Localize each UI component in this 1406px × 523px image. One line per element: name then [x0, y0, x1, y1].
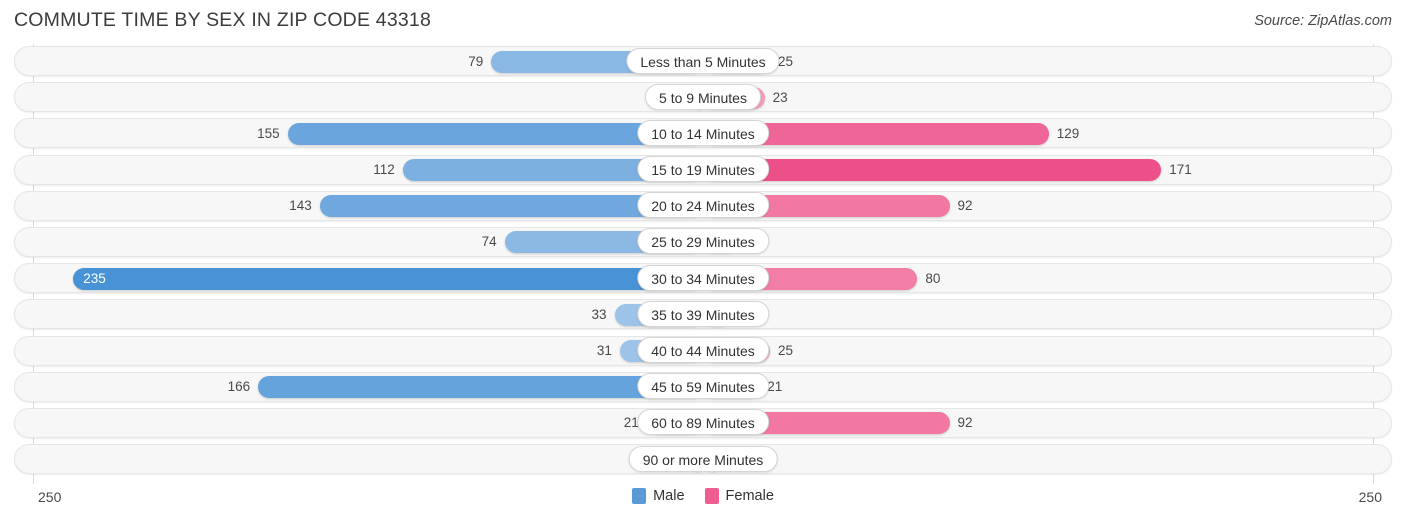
value-label-female: 129 [1056, 125, 1080, 141]
table-row[interactable]: 155 129 10 to 14 Minutes [0, 116, 1406, 152]
value-label-female: 92 [957, 198, 973, 214]
table-row[interactable]: 21 92 60 to 89 Minutes [0, 406, 1406, 442]
page-title: COMMUTE TIME BY SEX IN ZIP CODE 43318 [14, 9, 432, 31]
bar-rows-container: 7925Less than 5 Minutes3235 to 9 Minutes… [0, 44, 1406, 478]
value-label-male: 74 [481, 234, 497, 250]
category-label: Less than 5 Minutes [626, 47, 780, 74]
chart-header: COMMUTE TIME BY SEX IN ZIP CODE 43318 So… [0, 0, 1406, 44]
category-label: 15 to 19 Minutes [637, 156, 769, 183]
table-row[interactable]: 143 92 20 to 24 Minutes [0, 189, 1406, 225]
table-row[interactable]: 166 21 45 to 59 Minutes [0, 370, 1406, 406]
legend-swatch-male [632, 488, 647, 504]
table-row[interactable]: 31 25 40 to 44 Minutes [0, 334, 1406, 370]
value-label-female: 80 [925, 270, 941, 286]
legend-label-female: Female [725, 488, 774, 504]
category-label: 40 to 44 Minutes [637, 337, 769, 363]
table-row[interactable]: 741325 to 29 Minutes [0, 225, 1406, 261]
table-row[interactable]: 112 171 15 to 19 Minutes [0, 153, 1406, 189]
value-label-male: 33 [591, 306, 607, 322]
table-row[interactable]: 235 80 30 to 34 Minutes [0, 261, 1406, 297]
legend-label-male: Male [653, 488, 685, 504]
bar-male[interactable] [73, 267, 703, 290]
table-row[interactable]: 331135 to 39 Minutes [0, 297, 1406, 333]
value-label-male: 155 [257, 125, 280, 141]
value-label-female: 23 [772, 89, 788, 105]
value-label-female: 171 [1169, 162, 1192, 178]
value-label-male: 166 [227, 379, 251, 395]
table-row[interactable]: 79 25 Less than 5 Minutes [0, 44, 1406, 80]
value-label-male: 31 [596, 343, 612, 358]
table-row[interactable]: 3235 to 9 Minutes [0, 80, 1406, 116]
value-label-female: 25 [778, 343, 794, 358]
category-label: 90 or more Minutes [628, 445, 778, 472]
value-label-male: 143 [289, 198, 312, 214]
category-label: 60 to 89 Minutes [637, 409, 769, 436]
value-label-male: 21 [623, 415, 639, 431]
value-label-male: 79 [468, 53, 484, 69]
source-attribution: Source: ZipAtlas.com [1254, 13, 1392, 29]
category-label: 5 to 9 Minutes [645, 83, 761, 110]
legend-swatch-female [704, 488, 719, 504]
category-label: 45 to 59 Minutes [637, 373, 769, 400]
category-label: 20 to 24 Minutes [637, 192, 769, 219]
chart-plot-area: 7925Less than 5 Minutes3235 to 9 Minutes… [0, 44, 1406, 484]
bar-male[interactable] [258, 376, 703, 399]
value-label-female: 21 [767, 379, 783, 395]
bar-female[interactable] [703, 159, 1162, 182]
value-label-female: 92 [957, 415, 973, 431]
value-label-female: 25 [778, 53, 794, 69]
chart-footer: 250 250 Male Female [0, 484, 1406, 523]
chart-legend: Male Female [0, 488, 1406, 504]
legend-item-female[interactable]: Female [704, 488, 774, 504]
value-label-male: 235 [83, 270, 106, 286]
legend-item-male[interactable]: Male [632, 488, 685, 504]
value-label-male: 112 [373, 162, 395, 178]
category-label: 10 to 14 Minutes [637, 119, 769, 146]
category-label: 25 to 29 Minutes [637, 228, 769, 255]
table-row[interactable]: 4790 or more Minutes [0, 442, 1406, 478]
category-label: 35 to 39 Minutes [637, 300, 769, 327]
category-label: 30 to 34 Minutes [637, 264, 769, 291]
